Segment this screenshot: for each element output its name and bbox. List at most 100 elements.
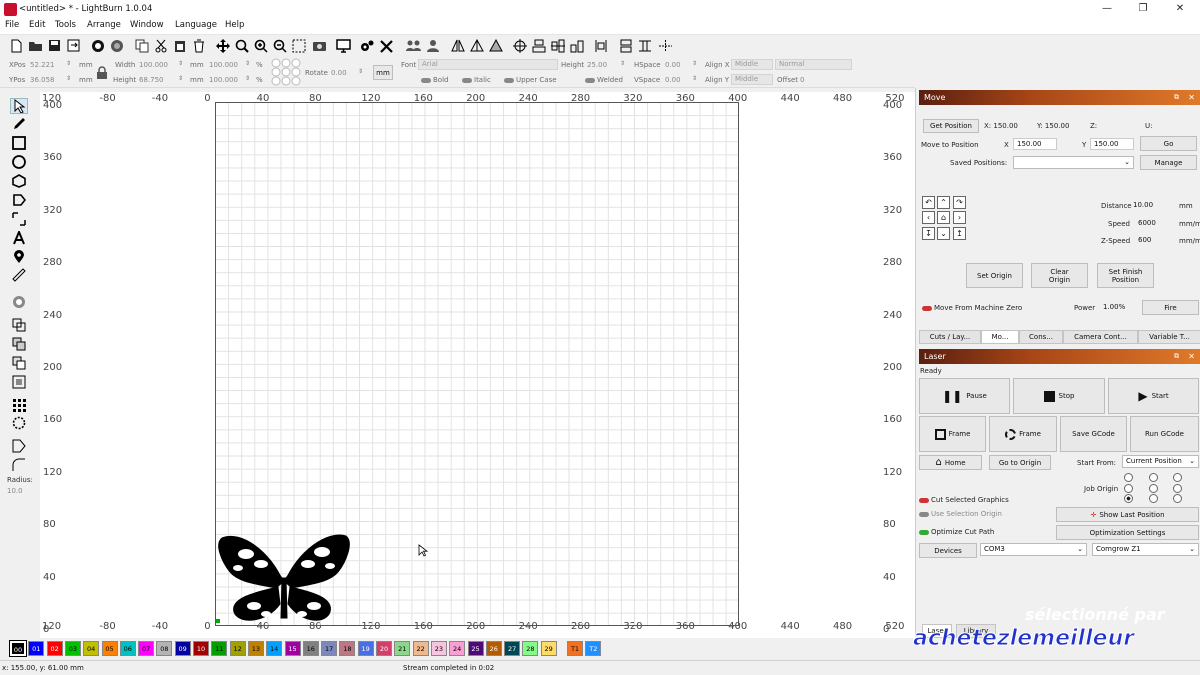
pause-button[interactable]: ❚❚ Pause — [919, 378, 1010, 414]
frame-selection-icon[interactable] — [291, 37, 307, 54]
job-origin-radio[interactable] — [1149, 494, 1158, 503]
color-swatch-27[interactable]: 27 — [504, 641, 521, 656]
color-swatch-23[interactable]: 23 — [430, 641, 447, 656]
offset-field[interactable]: 0 — [800, 76, 804, 84]
import-icon[interactable] — [90, 37, 106, 54]
job-origin-radio[interactable] — [1173, 473, 1182, 482]
saved-positions-dropdown[interactable]: ⌄ — [1013, 156, 1134, 169]
color-swatch-12[interactable]: 12 — [229, 641, 246, 656]
butterfly-graphic[interactable] — [216, 532, 352, 625]
ungroup-icon[interactable] — [425, 37, 441, 54]
scale-y-field[interactable]: 100.000 — [209, 76, 238, 84]
measure-ruler-icon[interactable] — [10, 267, 28, 283]
color-swatch-26[interactable]: 26 — [485, 641, 502, 656]
show-last-position-button[interactable]: ✛ Show Last Position — [1056, 507, 1199, 522]
units-toggle-button[interactable]: mm — [373, 65, 393, 80]
color-swatch-06[interactable]: 06 — [119, 641, 136, 656]
color-swatch-21[interactable]: 21 — [394, 641, 411, 656]
polygon-tool-icon[interactable] — [10, 173, 28, 189]
job-origin-radio[interactable] — [1124, 473, 1133, 482]
fire-button[interactable]: Fire — [1142, 300, 1199, 315]
home-button[interactable]: ⌂ Home — [919, 455, 982, 470]
offset-shapes-icon[interactable] — [10, 294, 28, 310]
boolean-union-icon[interactable] — [10, 336, 28, 352]
color-swatch-05[interactable]: 05 — [101, 641, 118, 656]
paste-icon[interactable] — [172, 37, 188, 54]
color-swatch-14[interactable]: 14 — [266, 641, 283, 656]
tab-camera-control[interactable]: Camera Cont... — [1063, 330, 1138, 344]
maximize-button[interactable]: ❐ — [1126, 1, 1160, 17]
color-swatch-03[interactable]: 03 — [64, 641, 81, 656]
hspace-field[interactable]: 0.00 — [665, 61, 681, 69]
color-swatch-19[interactable]: 19 — [357, 641, 374, 656]
cut-icon[interactable] — [153, 37, 169, 54]
zoom-out-icon[interactable] — [272, 37, 288, 54]
camera-icon[interactable] — [311, 37, 327, 54]
jog-left-icon[interactable]: ‹ — [922, 211, 935, 224]
color-swatch-16[interactable]: 16 — [302, 641, 319, 656]
color-swatch-07[interactable]: 07 — [138, 641, 155, 656]
set-finish-position-button[interactable]: Set Finish Position — [1097, 263, 1154, 288]
jog-down-icon[interactable]: ⌄ — [937, 227, 950, 240]
color-swatch-18[interactable]: 18 — [339, 641, 356, 656]
laser-close-icon[interactable]: ✕ — [1188, 349, 1195, 364]
menu-tools[interactable]: Tools — [55, 20, 76, 30]
boolean-intersect-icon[interactable] — [10, 374, 28, 390]
port-dropdown[interactable]: COM3 ⌄ — [980, 543, 1087, 556]
go-button[interactable]: Go — [1140, 136, 1197, 151]
align-center-icon[interactable] — [512, 37, 528, 54]
jog-right-icon[interactable]: › — [953, 211, 966, 224]
bold-toggle[interactable]: Bold — [421, 76, 448, 84]
scale-x-field[interactable]: 100.000 — [209, 61, 238, 69]
settings-gear-icon[interactable] — [358, 37, 374, 54]
color-swatch-08[interactable]: 08 — [156, 641, 173, 656]
zspeed-input[interactable]: 600 — [1134, 234, 1166, 246]
color-swatch-04[interactable]: 04 — [83, 641, 100, 656]
optimization-settings-button[interactable]: Optimization Settings — [1056, 525, 1199, 540]
save-gcode-button[interactable]: Save GCode — [1060, 416, 1127, 452]
laser-undock-icon[interactable]: ⧉ — [1174, 349, 1179, 364]
jog-rotate-cw-icon[interactable]: ↷ — [953, 196, 966, 209]
ellipse-tool-icon[interactable] — [10, 154, 28, 170]
job-origin-radio-selected[interactable] — [1124, 494, 1133, 503]
new-file-icon[interactable] — [8, 37, 24, 54]
font-height-spin-icon[interactable]: ⇕ — [620, 60, 625, 67]
job-origin-radio[interactable] — [1173, 494, 1182, 503]
cut-selected-toggle[interactable]: Cut Selected Graphics — [919, 496, 1009, 504]
undock-icon[interactable]: ⧉ — [1174, 90, 1179, 105]
machine-settings-icon[interactable] — [378, 37, 394, 54]
xpos-field[interactable]: 52.221 — [30, 61, 55, 69]
array-icon[interactable] — [618, 37, 634, 54]
rotate-spin-icon[interactable]: ⇕ — [358, 68, 363, 75]
weld-icon[interactable] — [10, 317, 28, 333]
export-icon[interactable] — [65, 37, 81, 54]
vspace-spin-icon[interactable]: ⇕ — [692, 75, 697, 82]
scale-x-spin-icon[interactable]: ⇕ — [245, 60, 250, 67]
design-canvas[interactable]: 120 -80 -40 0 40 80 120 160 200 240 280 320 360 400 44… — [40, 92, 915, 638]
color-swatch-t1[interactable]: T1 — [567, 641, 583, 656]
close-panel-icon[interactable]: ✕ — [1188, 90, 1195, 105]
ypos-spin-icon[interactable]: ⇕ — [66, 75, 71, 82]
job-origin-radio[interactable] — [1173, 484, 1182, 493]
speed-input[interactable]: 6000 — [1134, 217, 1166, 229]
position-laser-icon[interactable] — [10, 211, 28, 227]
jog-up-icon[interactable]: ⌃ — [937, 196, 950, 209]
xpos-spin-icon[interactable]: ⇕ — [66, 60, 71, 67]
location-pin-icon[interactable] — [10, 249, 28, 265]
rotate-field[interactable]: 0.00 — [331, 69, 347, 77]
start-button[interactable]: ▶ Start — [1108, 378, 1199, 414]
select-arrow-icon[interactable] — [10, 98, 28, 114]
job-origin-radio[interactable] — [1124, 484, 1133, 493]
jog-z-up-icon[interactable]: ↥ — [953, 227, 966, 240]
frame-rubberband-button[interactable]: Frame — [989, 416, 1057, 452]
color-swatch-01[interactable]: 01 — [28, 641, 45, 656]
anchor-grid-icon[interactable] — [271, 58, 301, 88]
stop-button[interactable]: Stop — [1013, 378, 1105, 414]
color-swatch-17[interactable]: 17 — [321, 641, 338, 656]
fillet-tool-icon[interactable] — [10, 457, 28, 473]
color-swatch-24[interactable]: 24 — [449, 641, 466, 656]
save-icon[interactable] — [46, 37, 62, 54]
devices-button[interactable]: Devices — [919, 543, 977, 558]
power-input[interactable]: 1.00% — [1099, 301, 1139, 313]
hspace-spin-icon[interactable]: ⇕ — [692, 60, 697, 67]
